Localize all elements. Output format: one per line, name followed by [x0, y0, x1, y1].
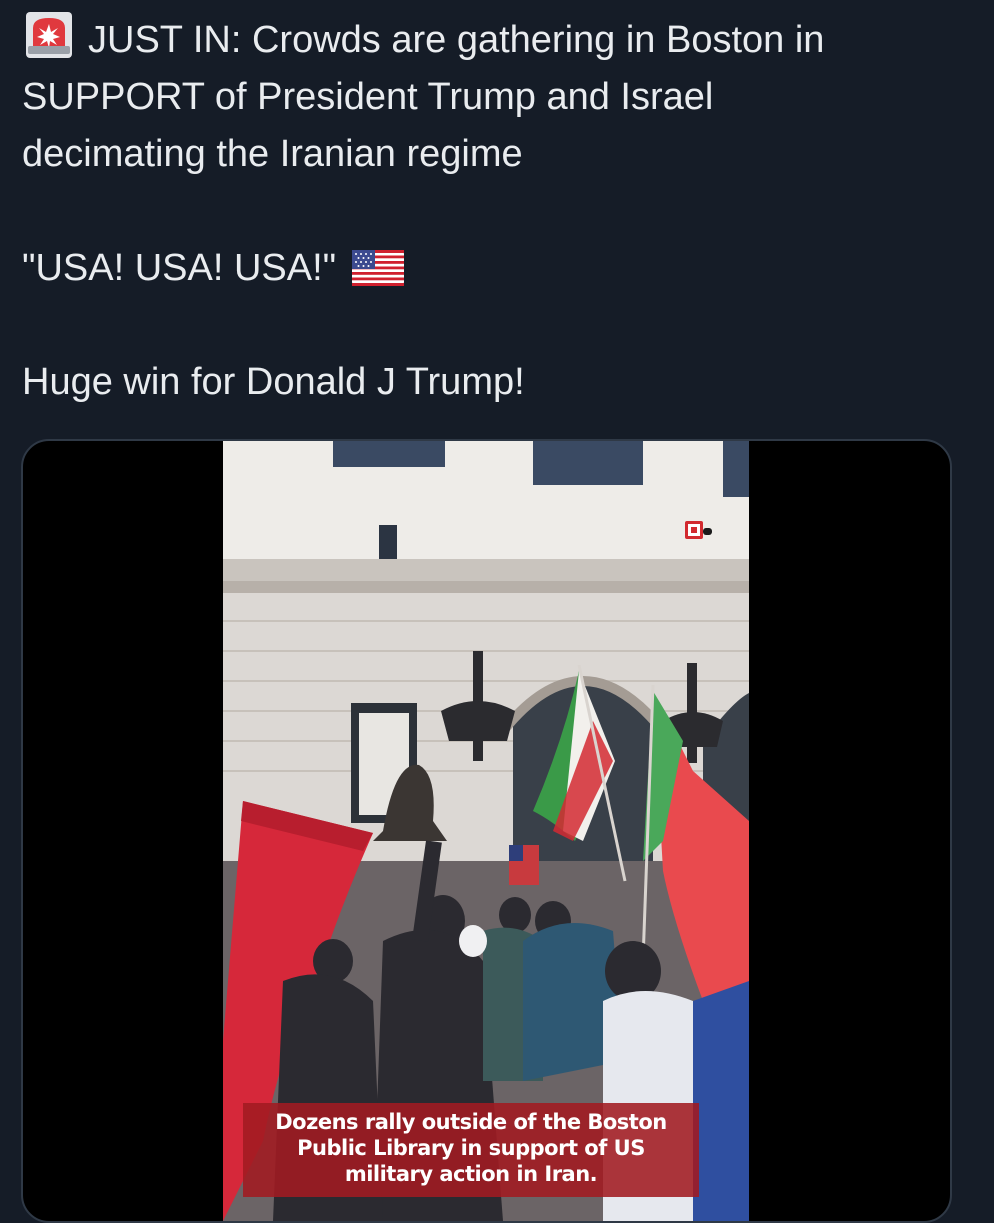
video-caption: Dozens rally outside of the Boston Publi…	[243, 1103, 699, 1197]
tweet-closing: Huge win for Donald J Trump!	[22, 361, 525, 403]
chant-text: "USA! USA! USA!"	[22, 247, 337, 289]
news-outlet-logo-icon	[685, 519, 713, 541]
video-media-card[interactable]: Dozens rally outside of the Boston Publi…	[21, 439, 952, 1223]
tweet-line-1: JUST IN: Crowds are gathering in Boston …	[22, 12, 972, 69]
video-frame[interactable]: Dozens rally outside of the Boston Publi…	[223, 441, 749, 1221]
police-siren-icon	[24, 12, 74, 58]
tweet-line-3: decimating the Iranian regime	[22, 133, 523, 175]
tweet-line-2: SUPPORT of President Trump and Israel	[22, 76, 714, 118]
tweet-text: JUST IN: Crowds are gathering in Boston …	[22, 12, 972, 411]
tweet-chant: "USA! USA! USA!"	[22, 240, 972, 297]
tweet-line-1-text: JUST IN: Crowds are gathering in Boston …	[88, 19, 825, 61]
us-flag-icon	[352, 246, 405, 286]
